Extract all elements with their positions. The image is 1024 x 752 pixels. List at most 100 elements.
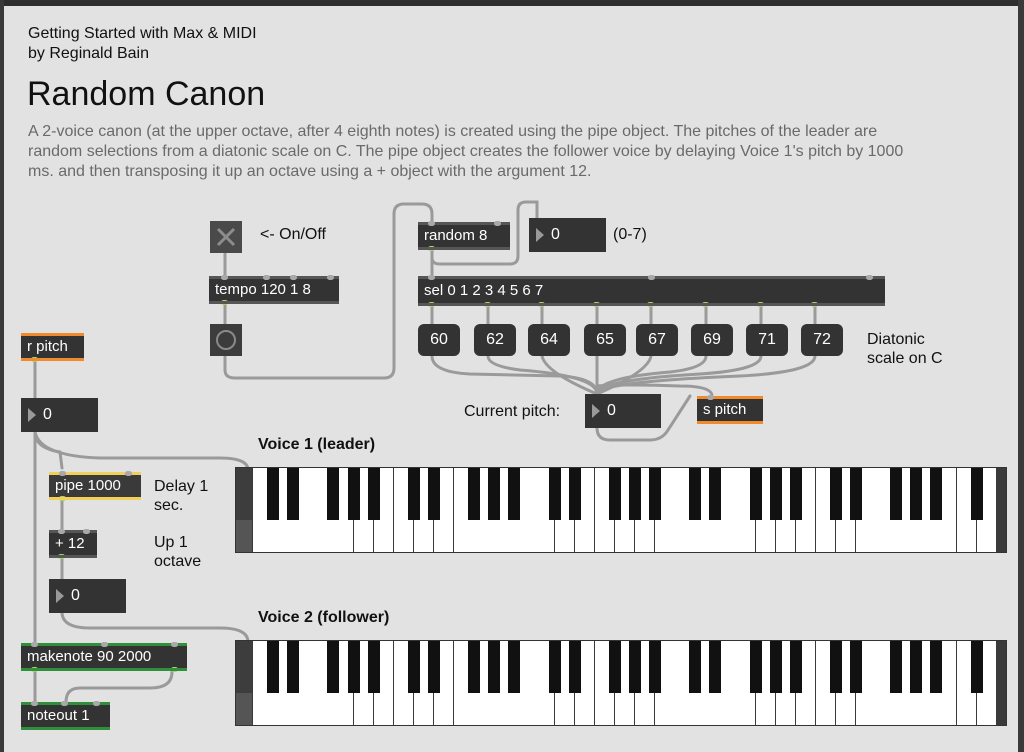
sel-inlet[interactable] (648, 275, 655, 280)
sel-outlet[interactable] (538, 302, 545, 307)
black-key[interactable] (970, 641, 983, 693)
on-off-toggle[interactable] (210, 221, 242, 253)
black-key[interactable] (548, 468, 561, 520)
message-60[interactable]: 60 (418, 324, 460, 356)
black-key[interactable] (347, 641, 360, 693)
voice1-keyboard[interactable] (235, 467, 1007, 553)
makenote-inlet[interactable] (171, 642, 178, 647)
message-62[interactable]: 62 (474, 324, 516, 356)
noteout-inlet[interactable] (93, 701, 100, 706)
makenote-outlet[interactable] (31, 667, 38, 672)
sel-outlet[interactable] (647, 302, 654, 307)
black-key[interactable] (407, 641, 420, 693)
sel-object[interactable]: sel 0 1 2 3 4 5 6 7 (418, 275, 885, 307)
message-69[interactable]: 69 (691, 324, 733, 356)
makenote-inlet[interactable] (101, 642, 108, 647)
black-key[interactable] (850, 641, 862, 693)
random-inlet[interactable] (494, 221, 501, 226)
black-key[interactable] (709, 641, 722, 693)
tempo-inlet[interactable] (221, 275, 228, 280)
black-key[interactable] (287, 641, 300, 693)
plus-12-object[interactable]: + 12 (49, 529, 97, 559)
sel-outlet[interactable] (593, 302, 600, 307)
black-key[interactable] (287, 468, 300, 520)
black-key[interactable] (407, 468, 420, 520)
plus-outlet[interactable] (58, 554, 65, 559)
black-key[interactable] (548, 641, 561, 693)
black-key[interactable] (789, 468, 802, 520)
sel-outlet[interactable] (702, 302, 709, 307)
black-key[interactable] (427, 641, 440, 693)
black-key[interactable] (608, 468, 621, 520)
current-pitch-number[interactable]: 0 (585, 394, 661, 428)
send-pitch-inlet[interactable] (707, 395, 714, 400)
receive-pitch-object[interactable]: r pitch (21, 333, 84, 362)
noteout-inlet[interactable] (31, 701, 38, 706)
black-key[interactable] (508, 641, 521, 693)
black-key[interactable] (347, 468, 360, 520)
pipe-inlet[interactable] (125, 471, 132, 476)
makenote-object[interactable]: makenote 90 2000 (21, 642, 187, 672)
black-key[interactable] (689, 468, 702, 520)
black-key[interactable] (568, 468, 581, 520)
sel-inlet[interactable] (866, 275, 873, 280)
black-key[interactable] (930, 468, 943, 520)
bang-button[interactable] (210, 324, 242, 356)
black-key[interactable] (468, 641, 481, 693)
black-key[interactable] (709, 468, 722, 520)
black-key[interactable] (890, 641, 903, 693)
sel-outlet[interactable] (484, 302, 491, 307)
makenote-inlet[interactable] (31, 642, 38, 647)
random-number-box[interactable]: 0 (529, 218, 606, 252)
black-key[interactable] (367, 468, 380, 520)
random-outlet[interactable] (428, 246, 435, 251)
plus-inlet[interactable] (83, 529, 90, 534)
black-key[interactable] (488, 468, 501, 520)
plus-inlet[interactable] (58, 529, 65, 534)
black-key[interactable] (267, 641, 280, 693)
pitch-number-box[interactable]: 0 (21, 398, 98, 432)
black-key[interactable] (769, 468, 782, 520)
sel-outlet[interactable] (757, 302, 764, 307)
transposed-number-box[interactable]: 0 (49, 579, 126, 613)
makenote-outlet[interactable] (171, 667, 178, 672)
voice2-keyboard[interactable] (235, 640, 1007, 726)
black-key[interactable] (649, 468, 661, 520)
black-key[interactable] (970, 468, 983, 520)
sel-outlet[interactable] (811, 302, 818, 307)
pipe-object[interactable]: pipe 1000 (49, 471, 141, 501)
noteout-object[interactable]: noteout 1 (21, 701, 110, 730)
black-key[interactable] (910, 468, 923, 520)
black-key[interactable] (910, 641, 923, 693)
black-key[interactable] (608, 641, 621, 693)
tempo-outlet[interactable] (221, 300, 228, 305)
black-key[interactable] (468, 468, 481, 520)
black-key[interactable] (649, 641, 661, 693)
black-key[interactable] (327, 641, 340, 693)
pipe-outlet[interactable] (59, 496, 66, 501)
black-key[interactable] (689, 641, 702, 693)
message-72[interactable]: 72 (801, 324, 843, 356)
sel-outlet[interactable] (428, 302, 435, 307)
black-key[interactable] (267, 468, 280, 520)
tempo-inlet[interactable] (327, 275, 334, 280)
black-key[interactable] (628, 641, 641, 693)
noteout-inlet[interactable] (61, 701, 68, 706)
black-key[interactable] (890, 468, 903, 520)
pipe-inlet[interactable] (59, 471, 66, 476)
black-key[interactable] (327, 468, 340, 520)
black-key[interactable] (829, 641, 842, 693)
tempo-inlet[interactable] (290, 275, 297, 280)
black-key[interactable] (769, 641, 782, 693)
black-key[interactable] (508, 468, 521, 520)
random-object[interactable]: random 8 (418, 221, 510, 251)
tempo-object[interactable]: tempo 120 1 8 (209, 275, 339, 305)
tempo-inlet[interactable] (263, 275, 270, 280)
black-key[interactable] (367, 641, 380, 693)
black-key[interactable] (789, 641, 802, 693)
message-65[interactable]: 65 (584, 324, 626, 356)
black-key[interactable] (930, 641, 943, 693)
random-inlet[interactable] (428, 221, 435, 226)
black-key[interactable] (749, 641, 762, 693)
receive-pitch-outlet[interactable] (31, 357, 38, 362)
